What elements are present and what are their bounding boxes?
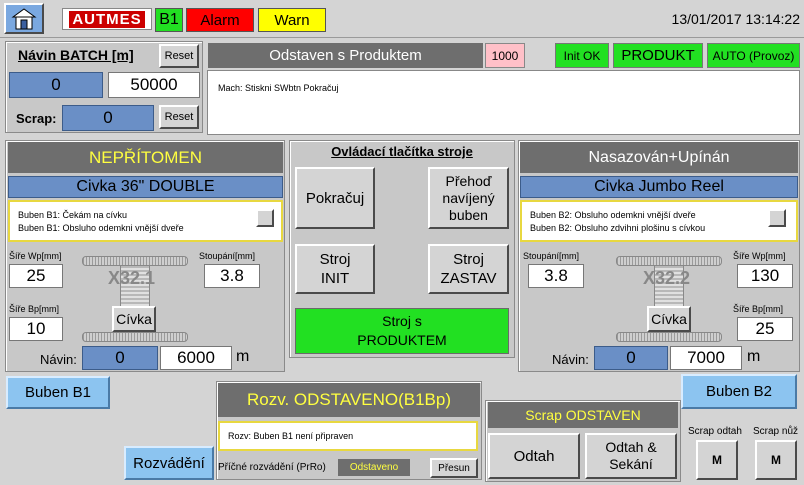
alarm-indicator[interactable]: Alarm xyxy=(186,8,254,32)
scrap-reset-button[interactable]: Reset xyxy=(159,105,199,129)
cross-distribution-state: Odstaveno xyxy=(338,459,410,476)
datetime: 13/01/2017 13:14:22 xyxy=(671,11,800,27)
autmes-logo: AUTMES xyxy=(62,8,152,30)
left-navin-unit: m xyxy=(236,348,250,365)
batch-title: Návin BATCH [m] xyxy=(18,47,134,63)
scrap-knife-motor-button[interactable]: M xyxy=(755,440,797,480)
distribution-button[interactable]: Rozvádění xyxy=(124,446,214,480)
cross-distribution-label: Příčné rozvádění (PrRo) xyxy=(218,462,326,473)
batch-current-value: 0 xyxy=(9,72,103,98)
right-width-bp[interactable]: 25 xyxy=(737,317,793,341)
scrap-remove-motor-button[interactable]: M xyxy=(696,440,738,480)
left-pitch[interactable]: 3.8 xyxy=(204,264,260,288)
batch-target-value[interactable]: 50000 xyxy=(108,72,200,98)
left-station-state: NEPŘÍTOMEN xyxy=(8,142,283,173)
scrap-value: 0 xyxy=(62,105,154,131)
controls-title: Ovládací tlačítka stroje xyxy=(331,144,473,159)
home-icon[interactable] xyxy=(4,3,44,34)
status-message-box: Mach: Stiskni SWbtn Pokračuj xyxy=(207,70,800,135)
left-navin-target[interactable]: 6000 xyxy=(160,346,232,370)
scrap-remove-button[interactable]: Odtah xyxy=(488,433,580,479)
right-navin-current: 0 xyxy=(594,346,668,370)
distribution-message-box: Rozv: Buben B1 není připraven xyxy=(218,421,478,451)
drum-b1-button[interactable]: Buben B1 xyxy=(6,376,110,409)
scrap-knife-label: Scrap nůž xyxy=(753,426,799,437)
status-title: Odstaven s Produktem xyxy=(208,43,483,68)
machine-with-product-button[interactable]: Stroj s PRODUKTEM xyxy=(295,308,509,354)
scrap-remove-cut-button[interactable]: Odtah & Sekání xyxy=(585,433,677,479)
scrap-remove-label: Scrap odtah xyxy=(688,426,742,437)
left-navin-current: 0 xyxy=(82,346,158,370)
right-spool-button[interactable]: Cívka xyxy=(647,306,691,332)
right-pitch-label: Stoupání[mm] xyxy=(523,251,580,261)
left-width-wp-label: Šíře Wp[mm] xyxy=(9,251,62,261)
b1-indicator: B1 xyxy=(155,8,183,32)
right-message-box: Buben B2: Obsluho odemkni vnější dveře B… xyxy=(520,200,798,242)
left-reel-type: Civka 36" DOUBLE xyxy=(8,176,283,198)
right-width-wp-label: Šíře Wp[mm] xyxy=(733,251,786,261)
right-pitch[interactable]: 3.8 xyxy=(528,264,584,288)
left-width-bp[interactable]: 10 xyxy=(9,317,63,341)
left-width-wp[interactable]: 25 xyxy=(9,264,63,288)
status-message: Mach: Stiskni SWbtn Pokračuj xyxy=(218,83,339,93)
right-message-2: Buben B2: Obsluho zdvihni plošinu s cívk… xyxy=(530,223,706,233)
right-width-wp[interactable]: 130 xyxy=(737,264,793,288)
right-navin-unit: m xyxy=(747,348,761,365)
left-message-1: Buben B1: Čekám na cívku xyxy=(18,210,128,220)
produkt-indicator: PRODUKT xyxy=(613,43,703,68)
right-station-state: Nasazován+Upínán xyxy=(520,142,798,173)
left-navin-label: Návin: xyxy=(40,352,77,367)
switch-drum-button[interactable]: Přehoď navíjený buben xyxy=(428,167,509,229)
right-message-1: Buben B2: Obsluho odemkni vnější dveře xyxy=(530,210,696,220)
warn-indicator[interactable]: Warn xyxy=(258,8,326,32)
scrap-title: Scrap ODSTAVEN xyxy=(488,402,678,428)
distribution-title: Rozv. ODSTAVENO(B1Bp) xyxy=(218,383,480,417)
right-spool-id: X32.2 xyxy=(643,268,691,288)
right-navin-target[interactable]: 7000 xyxy=(670,346,742,370)
init-ok-indicator: Init OK xyxy=(555,43,609,68)
left-spool-id: X32.1 xyxy=(108,268,156,288)
machine-stop-button[interactable]: Stroj ZASTAV xyxy=(428,244,509,294)
logo-text: AUTMES xyxy=(69,10,145,28)
machine-init-button[interactable]: Stroj INIT xyxy=(295,244,375,294)
continue-button[interactable]: Pokračuj xyxy=(295,167,375,229)
scrap-label: Scrap: xyxy=(16,111,57,126)
left-message-box: Buben B1: Čekám na cívku Buben B1: Obslu… xyxy=(8,200,283,242)
right-navin-label: Návin: xyxy=(552,352,589,367)
distribution-message: Rozv: Buben B1 není připraven xyxy=(228,431,354,441)
right-message-ack-button[interactable] xyxy=(768,209,786,227)
left-message-ack-button[interactable] xyxy=(256,209,274,227)
drum-b2-button[interactable]: Buben B2 xyxy=(681,374,797,409)
left-spool-button[interactable]: Cívka xyxy=(112,306,156,332)
right-reel-type: Civka Jumbo Reel xyxy=(520,176,798,198)
left-message-2: Buben B1: Obsluho odemkni vnější dveře xyxy=(18,223,184,233)
auto-indicator: AUTO (Provoz) xyxy=(707,43,800,68)
batch-reset-button[interactable]: Reset xyxy=(159,44,199,68)
status-code: 1000 xyxy=(485,43,525,68)
left-pitch-label: Stoupání[mm] xyxy=(199,251,256,261)
right-width-bp-label: Šíře Bp[mm] xyxy=(733,304,784,314)
left-width-bp-label: Šíře Bp[mm] xyxy=(9,304,60,314)
move-button[interactable]: Přesun xyxy=(430,458,478,478)
